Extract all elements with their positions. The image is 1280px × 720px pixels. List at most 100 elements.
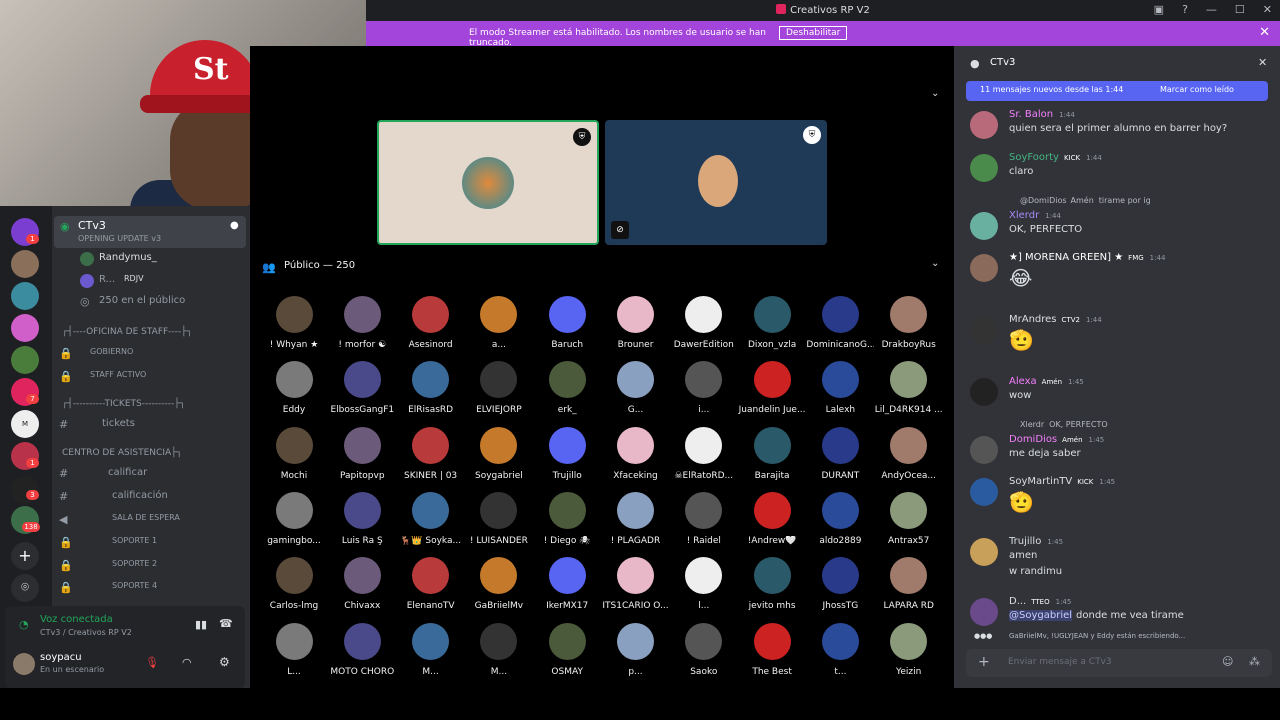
channel-soporte4[interactable]: SOPORTE 4 [112,581,157,590]
settings-icon[interactable]: ⚙ [219,655,230,669]
speaker-tile[interactable]: ⛨ [377,120,599,245]
message-author[interactable]: MrAndres [1009,314,1057,325]
server-icon[interactable] [11,314,39,342]
channel-calificar[interactable]: calificar [108,467,147,478]
stage-user[interactable]: Randymus_ [99,252,157,263]
audience-member[interactable]: Dixon_vzla [738,296,806,350]
audience-member[interactable]: ITS1CARIO O... [602,557,670,611]
message-author[interactable]: Trujillo [1009,536,1041,547]
avatar[interactable] [970,538,998,566]
audience-member[interactable]: Baruch [533,296,601,350]
avatar[interactable] [970,436,998,464]
avatar[interactable] [970,111,998,139]
audience-member[interactable]: ! Whyan ★ [260,296,328,350]
audience-member[interactable]: Soygabriel [465,426,533,481]
audience-member[interactable]: erk_ [533,361,601,415]
avatar[interactable] [970,212,998,240]
audience-member[interactable]: jevito mhs [738,557,806,611]
audience-member[interactable]: L... [260,622,328,677]
help-icon[interactable]: ? [1182,3,1188,16]
avatar[interactable] [970,254,998,282]
close-icon[interactable]: ✕ [1258,56,1267,69]
reply-preview[interactable]: Xlerdr OK, PERFECTO [1020,420,1108,429]
channel-tickets[interactable]: tickets [102,418,135,429]
audience-member[interactable]: DawerEdition [670,296,738,350]
message-author[interactable]: SoyFoorty [1009,152,1059,163]
disconnect-icon[interactable]: ☎ [219,617,233,630]
audience-member[interactable]: l... [670,557,738,611]
audience-member[interactable]: Lil_D4RK914 ... [875,361,943,415]
message-author[interactable]: Sr. Balon [1009,109,1053,120]
audience-member[interactable]: ! Raidel [670,491,738,546]
chevron-down-icon[interactable]: ⌄ [931,88,939,99]
avatar[interactable] [970,154,998,182]
audience-member[interactable]: Juandelin Jue... [738,361,806,415]
close-window-button[interactable]: ✕ [1263,3,1272,16]
add-attachment-icon[interactable]: + [978,654,990,670]
disable-streamer-button[interactable]: Deshabilitar [779,26,848,40]
channel-soporte2[interactable]: SOPORTE 2 [112,559,157,568]
avatar[interactable] [970,378,998,406]
audience-member[interactable]: Mochi [260,426,328,481]
server-icon[interactable]: M [11,410,39,438]
category-staff[interactable]: ┌┤----OFICINA DE STAFF----├┐ [62,327,192,337]
message-input[interactable]: + Enviar mensaje a CTv3 ☺ ⁂ [966,649,1272,677]
audience-member[interactable]: !Andrew🤍 [738,491,806,546]
mark-read-button[interactable]: Marcar como leído [1160,85,1234,94]
new-messages-banner[interactable]: 11 mensajes nuevos desde las 1:44 Marcar… [966,81,1268,101]
avatar[interactable] [970,478,998,506]
audience-member[interactable]: aldo2889 [806,491,874,546]
audience-member[interactable]: The Best [738,622,806,677]
close-icon[interactable]: ✕ [1259,25,1270,40]
channel-sala[interactable]: SALA DE ESPERA [112,513,180,522]
audience-member[interactable]: Antrax57 [875,491,943,546]
audience-member[interactable]: GaBriielMv [465,557,533,611]
channel-soporte1[interactable]: SOPORTE 1 [112,536,157,545]
chat-icon[interactable]: ● [230,220,239,231]
message-author[interactable]: SoyMartinTV [1009,476,1072,487]
chevron-down-icon[interactable]: ⌄ [931,258,939,269]
audience-member[interactable]: t... [806,622,874,677]
audience-member[interactable]: ☠ElRatoRD... [670,426,738,481]
audience-member[interactable]: 🦌👑 Soyka... [397,491,465,546]
audience-member[interactable]: Xfaceking [602,426,670,481]
audience-member[interactable]: SKINER | 03 [397,426,465,481]
audience-member[interactable]: i... [670,361,738,415]
message-author[interactable]: Alexa [1009,376,1037,387]
channel-gobierno[interactable]: GOBIERNO [90,347,133,356]
audience-member[interactable]: ElenanoTV [397,557,465,611]
audience-member[interactable]: Luis Ra Ş [328,491,396,546]
message-author[interactable]: DomiDios [1009,434,1057,445]
message-author[interactable]: D... [1009,596,1026,607]
audience-member[interactable]: a... [465,296,533,350]
stage-user[interactable]: R... [99,274,115,285]
audience-member[interactable]: Asesinord [397,296,465,350]
audience-member[interactable]: Lalexh [806,361,874,415]
audience-member[interactable]: Brouner [602,296,670,350]
audience-member[interactable]: Barajita [738,426,806,481]
audience-member[interactable]: M... [397,622,465,677]
avatar[interactable] [970,598,998,626]
avatar[interactable] [970,316,998,344]
add-server-icon[interactable]: + [11,542,39,570]
soundboard-icon[interactable]: ▮▮ [195,618,207,631]
voice-status[interactable]: Voz conectada [40,614,113,625]
channel-calificacion[interactable]: calificación [112,490,168,501]
audience-member[interactable]: DominicanoG... [806,296,874,350]
emoji-icon[interactable]: ☺ [1222,655,1233,668]
audience-member[interactable]: ElbossGangF1 [328,361,396,415]
audience-member[interactable]: DURANT [806,426,874,481]
audience-member[interactable]: Eddy [260,361,328,415]
audience-member[interactable]: LAPARA RD [875,557,943,611]
audience-member[interactable]: Saoko [670,622,738,677]
minimize-button[interactable]: — [1206,3,1217,16]
server-icon[interactable] [11,250,39,278]
discover-icon[interactable]: ⌾ [11,574,39,602]
maximize-button[interactable]: ☐ [1235,3,1245,16]
speaker-tile[interactable]: ⛨ ⊘ [605,120,827,245]
channel-item-ctv3[interactable]: ◉ CTv3 OPENING UPDATE v3 ● [54,216,246,248]
server-icon[interactable] [11,346,39,374]
audience-member[interactable]: DrakboyRus [875,296,943,350]
audience-member[interactable]: ! LUISANDER [465,491,533,546]
audience-member[interactable]: Yeizin [875,622,943,677]
